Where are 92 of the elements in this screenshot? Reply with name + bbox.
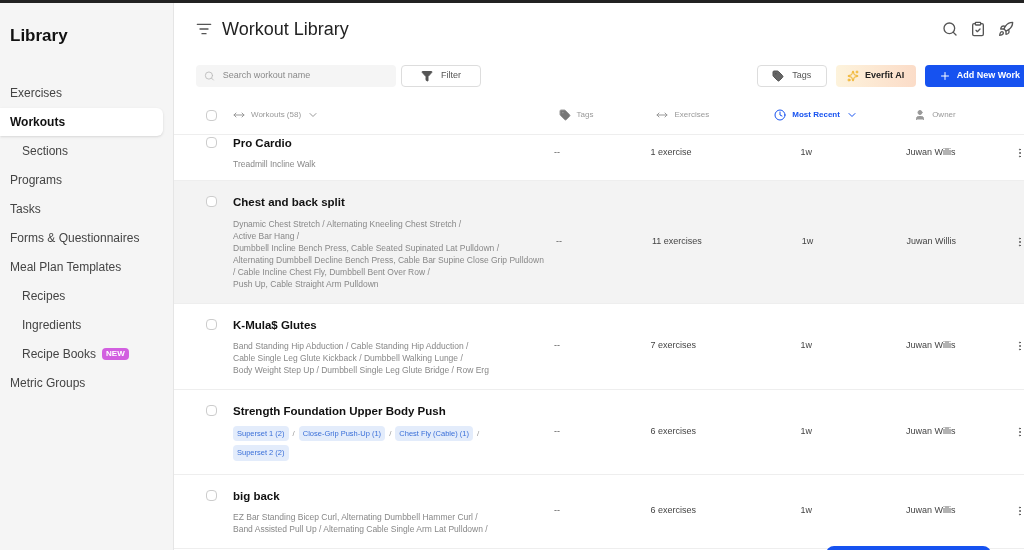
workout-name[interactable]: Strength Foundation Upper Body Push (233, 402, 543, 420)
tags-cell-text: -- (554, 504, 562, 518)
sidebar-item[interactable]: Workouts (0, 107, 163, 136)
recent-cell-text: 1w (799, 145, 814, 159)
exercise-list-line: Cable Single Leg Glute Kickback / Dumbbell Walking Lunge / (233, 351, 464, 364)
page-title: Workout Library (222, 17, 349, 41)
clock-icon (774, 108, 787, 121)
recent-cell-text: 1w (799, 424, 814, 438)
exercise-list-line: Active Bar Hang / (233, 229, 301, 242)
recent-cell-text: 1w (800, 235, 815, 249)
exercise-list-line: Alternating Dumbbell Decline Bench Press, Cable Bar Supine Close Grip Pulldown (233, 253, 544, 266)
new-badge: NEW (102, 347, 129, 360)
exercise-list-line: Push Up, Cable Straight Arm Pulldown (233, 277, 380, 290)
sidebar-item-label: Recipe Books (22, 345, 97, 363)
table-row[interactable]: Pro Cardio Treadmill Incline Walk -- 1 exercise 1w Juwan Willis (174, 135, 1024, 182)
ai-button[interactable]: Everfit AI (835, 65, 916, 87)
recent-cell-text: 1w (799, 339, 814, 353)
sidebar-item[interactable]: Recipes (0, 281, 163, 310)
add-workout-button[interactable]: Add New Work (924, 65, 1024, 87)
sparkle-icon (847, 70, 860, 82)
exercise-list-line: Dynamic Chest Stretch / Alternating Kneeling Chest Stretch / (233, 217, 463, 230)
exercises-cell-text: 7 exercises (650, 339, 698, 353)
workout-name[interactable]: K-Mula$ Glutes (233, 316, 543, 334)
sidebar-item-label: Sections (22, 142, 69, 160)
sidebar-item[interactable]: Forms & Questionnaires (0, 223, 163, 252)
exercises-cell-text: 6 exercises (650, 424, 698, 438)
separator: / (389, 427, 392, 440)
sidebar-item[interactable]: Programs (0, 165, 163, 194)
sidebar-item-label: Workouts (10, 113, 66, 131)
tag-icon (772, 70, 785, 82)
search-icon[interactable] (942, 21, 958, 37)
search-input[interactable]: Search workout name (222, 69, 388, 83)
menu-icon[interactable] (196, 21, 212, 37)
filter-icon (421, 70, 433, 82)
table-row[interactable] (174, 181, 1024, 304)
sidebar-item-label: Programs (10, 171, 62, 189)
filter-button[interactable]: Filter (401, 65, 481, 87)
sidebar-item-label: Forms & Questionnaires (10, 229, 140, 247)
sidebar-item[interactable]: Meal Plan Templates (0, 252, 163, 281)
row-checkbox[interactable] (206, 404, 217, 416)
exercise-list-line: Band Standing Hip Abduction / Cable Standing Hip Adduction / (233, 339, 470, 352)
select-all-checkbox[interactable] (206, 110, 217, 121)
recent-cell-text: 1w (799, 504, 814, 518)
exercises-cell-text: 1 exercise (650, 145, 693, 159)
tags-cell-text: -- (555, 235, 563, 249)
sidebar-item-label: Exercises (10, 84, 62, 102)
search-field[interactable]: Search workout name (196, 65, 396, 87)
sidebar-item[interactable]: Ingredients (0, 310, 163, 339)
column-header[interactable]: Most Recent (774, 108, 858, 121)
sidebar-item-label: Metric Groups (10, 374, 86, 392)
owner-cell-text: Juwan Willis (906, 235, 957, 249)
search-icon (204, 70, 215, 82)
owner-cell-text: Juwan Willis (905, 145, 957, 159)
exercise-list-line: EZ Bar Standing Bicep Curl, Alternating Dumbbell Hammer Curl / (233, 510, 479, 523)
owner-cell-text: Juwan Willis (905, 504, 957, 518)
owner-cell-text: Juwan Willis (905, 424, 957, 438)
exercise-list-line: Body Weight Step Up / Dumbbell Single Leg Glute Bridge / Row Erg (233, 363, 490, 376)
person-icon (914, 108, 927, 121)
sidebar-title: Library (9, 25, 69, 47)
exercise-list-line: Band Assisted Pull Up / Alternating Cable Single Arm Lat Pulldown / (233, 522, 489, 535)
workout-name[interactable]: Pro Cardio (233, 135, 543, 153)
sidebar-item[interactable]: Metric Groups (0, 368, 163, 397)
row-checkbox[interactable] (206, 318, 217, 330)
separator: / (292, 427, 295, 440)
sidebar-item[interactable]: Recipe Books NEW (0, 339, 163, 368)
tags-cell-text: -- (554, 339, 562, 353)
workout-name[interactable]: big back (233, 487, 543, 505)
exercises-cell-text: 6 exercises (650, 504, 698, 518)
plus-icon (938, 70, 951, 82)
row-checkbox[interactable] (206, 196, 217, 208)
sidebar-item-label: Meal Plan Templates (10, 258, 122, 276)
sidebar-item-label: Recipes (22, 287, 66, 305)
row-checkbox[interactable] (206, 137, 217, 148)
sidebar-item-label: Ingredients (22, 316, 82, 334)
rocket-icon[interactable] (998, 21, 1014, 37)
tag-icon (558, 108, 571, 121)
separator: / (476, 427, 480, 440)
exercises-cell-text: 11 exercises (651, 235, 703, 249)
owner-cell-text: Juwan Willis (905, 339, 957, 353)
sidebar-item-label: Tasks (10, 200, 41, 218)
exercise-list-line: Treadmill Incline Walk (233, 158, 317, 171)
sidebar-item[interactable]: Sections (0, 136, 163, 165)
tags-button[interactable]: Tags (756, 65, 827, 87)
sidebar-item[interactable]: Exercises (0, 78, 163, 107)
exercise-list-line: Dumbbell Incline Bench Press, Cable Seated Supinated Lat Pulldown / (233, 241, 501, 254)
row-checkbox[interactable] (206, 489, 217, 501)
tags-cell-text: -- (554, 424, 562, 438)
workout-name[interactable]: Chest and back split (233, 194, 544, 212)
exercise-list-line: / Cable Incline Chest Fly, Dumbbell Bent Over Row / (233, 265, 431, 278)
clipboard-icon[interactable] (970, 21, 986, 37)
sidebar-item[interactable]: Tasks (0, 194, 163, 223)
tags-cell-text: -- (554, 145, 562, 159)
